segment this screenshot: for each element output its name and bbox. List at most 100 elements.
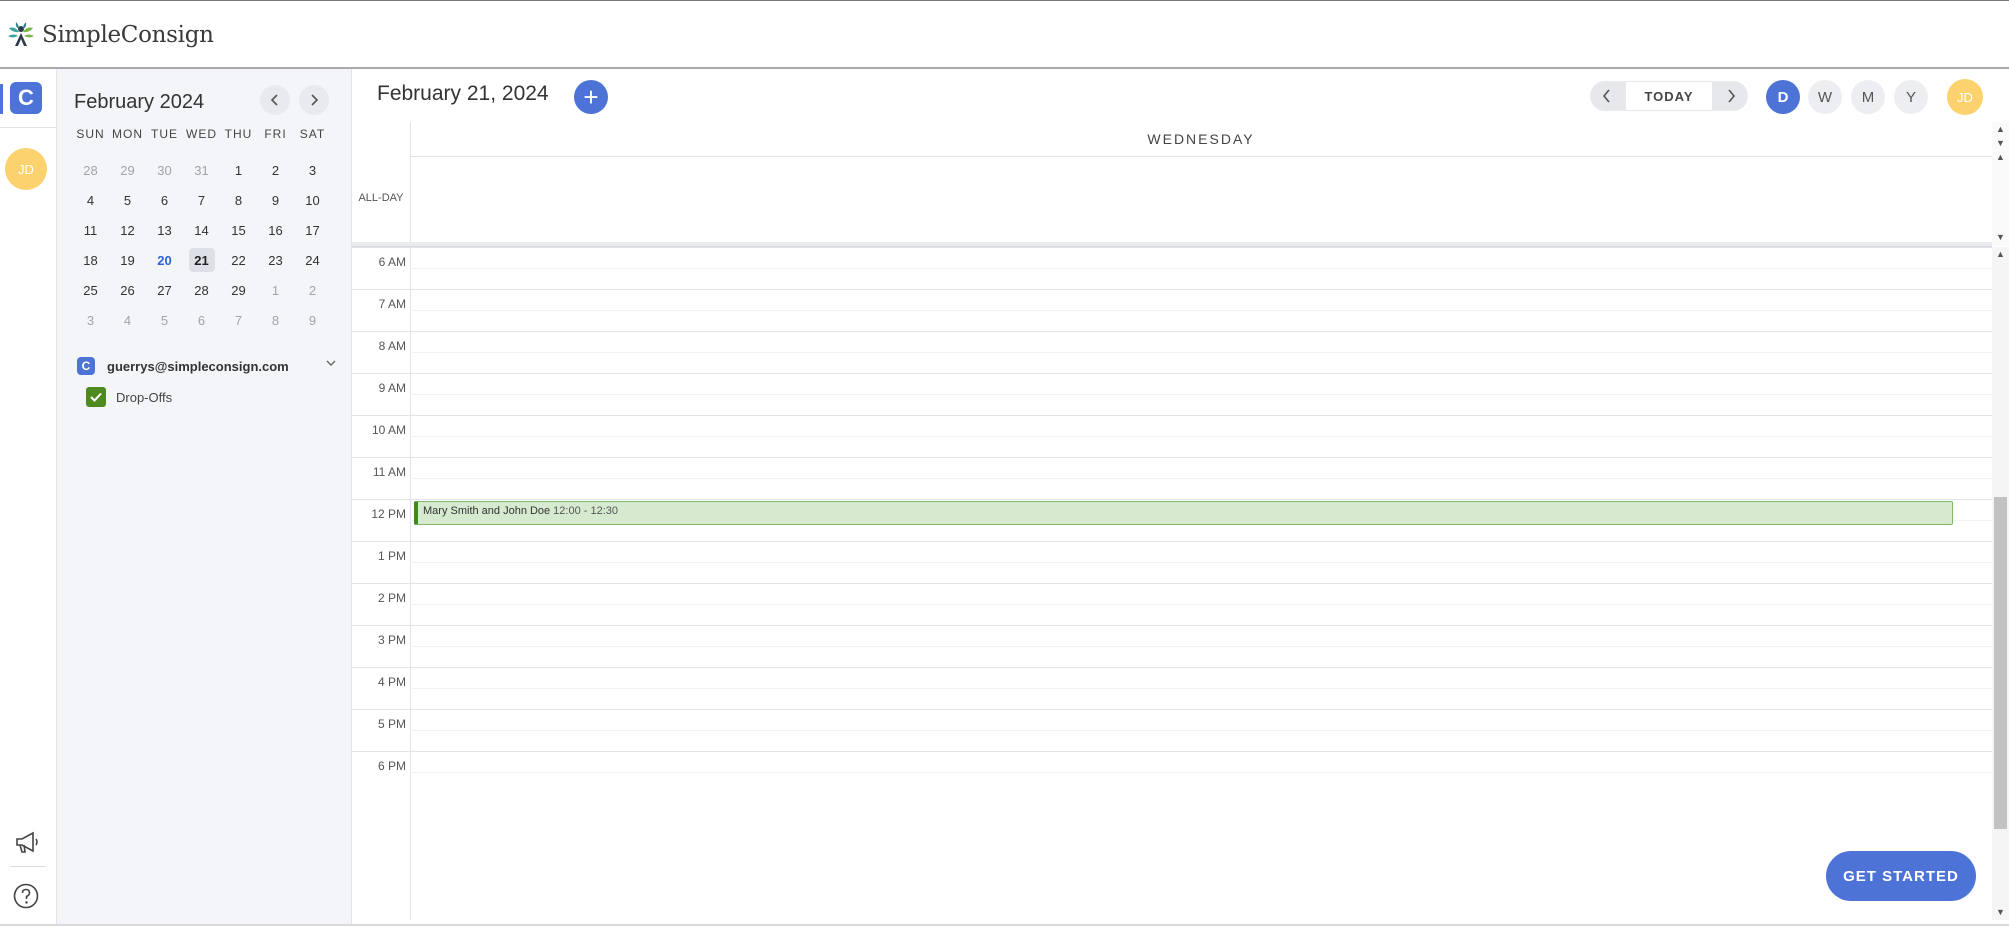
scroll-up-icon[interactable]: ▲ — [1996, 124, 2005, 134]
calendar-event[interactable]: Mary Smith and John Doe 12:00 - 12:30 — [414, 501, 1953, 525]
mini-calendar-day[interactable]: 29 — [109, 155, 146, 185]
scroll-up-icon[interactable]: ▲ — [1996, 249, 2005, 259]
day-view-button[interactable]: D — [1766, 80, 1800, 114]
year-view-button[interactable]: Y — [1894, 80, 1928, 114]
mini-calendar-day[interactable]: 9 — [257, 185, 294, 215]
hour-row[interactable]: 2 PM — [352, 583, 1992, 625]
mini-calendar-day[interactable]: 2 — [257, 155, 294, 185]
mini-calendar-day[interactable]: 22 — [220, 245, 257, 275]
day-view-grid: WEDNESDAY ALL-DAY 6 AM 7 AM 8 AM 9 AM 10 AM 1… — [352, 122, 1992, 920]
all-day-label: ALL-DAY — [358, 192, 404, 204]
hour-label: 7 AM — [378, 297, 406, 311]
mini-calendar-day[interactable]: 8 — [220, 185, 257, 215]
account-row[interactable]: C guerrys@simpleconsign.com — [77, 355, 337, 377]
mini-calendar-day[interactable]: 6 — [183, 305, 220, 335]
mini-calendar-day[interactable]: 28 — [183, 275, 220, 305]
scroll-down-icon[interactable]: ▼ — [1996, 232, 2005, 242]
mini-calendar-day[interactable]: 17 — [294, 215, 331, 245]
mini-calendar-day[interactable]: 15 — [220, 215, 257, 245]
mini-calendar-day[interactable]: 19 — [109, 245, 146, 275]
hour-row[interactable]: 11 AM — [352, 457, 1992, 499]
mini-calendar-day[interactable]: 25 — [72, 275, 109, 305]
mini-calendar-day[interactable]: 4 — [72, 185, 109, 215]
mini-calendar-day[interactable]: 27 — [146, 275, 183, 305]
mini-calendar-day[interactable]: 12 — [109, 215, 146, 245]
mini-calendar-day[interactable]: 21 — [183, 245, 220, 275]
mini-calendar-day[interactable]: 29 — [220, 275, 257, 305]
calendar-item-drop-offs[interactable]: Drop-Offs — [86, 387, 172, 407]
day-column-header: WEDNESDAY — [410, 122, 1992, 157]
add-event-button[interactable]: + — [574, 80, 608, 114]
help-button[interactable] — [12, 882, 40, 910]
mini-calendar-day[interactable]: 23 — [257, 245, 294, 275]
scrollbar-thumb[interactable] — [1994, 497, 2007, 829]
day-number: 21 — [188, 248, 215, 272]
day-number: 9 — [271, 192, 280, 208]
mini-calendar-day[interactable]: 26 — [109, 275, 146, 305]
month-view-button[interactable]: M — [1851, 80, 1885, 114]
mini-calendar-day[interactable]: 28 — [72, 155, 109, 185]
hour-row[interactable]: 6 AM — [352, 247, 1992, 289]
user-avatar-header[interactable]: JD — [1947, 79, 1983, 115]
mini-calendar-day[interactable]: 30 — [146, 155, 183, 185]
mini-calendar-day[interactable]: 10 — [294, 185, 331, 215]
mini-calendar-day[interactable]: 1 — [257, 275, 294, 305]
previous-day-button[interactable] — [1590, 81, 1624, 111]
mini-calendar-day[interactable]: 3 — [294, 155, 331, 185]
mini-calendar-day[interactable]: 18 — [72, 245, 109, 275]
day-number: 26 — [120, 282, 135, 298]
mini-calendar-day[interactable]: 14 — [183, 215, 220, 245]
mini-calendar-day[interactable]: 5 — [109, 185, 146, 215]
chevron-down-icon[interactable] — [325, 357, 337, 369]
hour-row[interactable]: 6 PM — [352, 751, 1992, 793]
hour-row[interactable]: 8 AM — [352, 331, 1992, 373]
mini-calendar-day[interactable]: 11 — [72, 215, 109, 245]
hour-row[interactable]: 1 PM — [352, 541, 1992, 583]
mini-calendar-day[interactable]: 4 — [109, 305, 146, 335]
announcements-button[interactable] — [12, 827, 42, 857]
mini-calendar-day[interactable]: 5 — [146, 305, 183, 335]
mini-calendar-next-button[interactable] — [299, 85, 329, 115]
mini-calendar-day[interactable]: 16 — [257, 215, 294, 245]
calendar-app-button[interactable]: C — [10, 82, 42, 114]
mini-calendar-day[interactable]: 2 — [294, 275, 331, 305]
hour-row[interactable]: 3 PM — [352, 625, 1992, 667]
all-day-scrollbar[interactable]: ▲ ▼ ▲ ▼ — [1992, 122, 2009, 246]
mini-calendar-day[interactable]: 7 — [183, 185, 220, 215]
week-view-button[interactable]: W — [1808, 80, 1842, 114]
scroll-down-icon[interactable]: ▼ — [1996, 907, 2005, 917]
hour-line — [352, 289, 1992, 290]
mini-calendar-day[interactable]: 1 — [220, 155, 257, 185]
next-day-button[interactable] — [1714, 81, 1748, 111]
drop-offs-checkbox[interactable] — [86, 387, 106, 407]
user-avatar[interactable]: JD — [5, 148, 47, 190]
mini-calendar-day[interactable]: 20 — [146, 245, 183, 275]
mini-calendar-day[interactable]: 9 — [294, 305, 331, 335]
mini-calendar-day[interactable]: 8 — [257, 305, 294, 335]
weekday-label: TUE — [151, 127, 178, 141]
scroll-up-icon[interactable]: ▲ — [1996, 152, 2005, 162]
day-number: 1 — [271, 282, 280, 298]
time-grid[interactable]: 6 AM 7 AM 8 AM 9 AM 10 AM 11 AM 12 PM 1 PM 2 PM 3… — [352, 247, 1992, 920]
day-number: 9 — [308, 312, 317, 328]
rail-divider — [0, 127, 56, 128]
mini-calendar-day[interactable]: 31 — [183, 155, 220, 185]
half-hour-line — [410, 268, 1992, 269]
time-grid-scrollbar[interactable]: ▲ ▼ — [1992, 247, 2009, 920]
mini-calendar-day[interactable]: 3 — [72, 305, 109, 335]
mini-calendar-day[interactable]: 24 — [294, 245, 331, 275]
hour-row[interactable]: 5 PM — [352, 709, 1992, 751]
mini-calendar-day[interactable]: 6 — [146, 185, 183, 215]
mini-calendar-prev-button[interactable] — [260, 85, 290, 115]
hour-row[interactable]: 4 PM — [352, 667, 1992, 709]
scroll-down-icon[interactable]: ▼ — [1996, 138, 2005, 148]
mini-calendar-day[interactable]: 13 — [146, 215, 183, 245]
hour-row[interactable]: 9 AM — [352, 373, 1992, 415]
brand-logo[interactable]: SimpleConsign — [6, 15, 214, 55]
hour-row[interactable]: 10 AM — [352, 415, 1992, 457]
today-button[interactable]: TODAY — [1626, 82, 1712, 110]
chevron-left-icon — [270, 94, 278, 106]
mini-calendar-day[interactable]: 7 — [220, 305, 257, 335]
hour-row[interactable]: 7 AM — [352, 289, 1992, 331]
get-started-button[interactable]: GET STARTED — [1826, 851, 1976, 901]
